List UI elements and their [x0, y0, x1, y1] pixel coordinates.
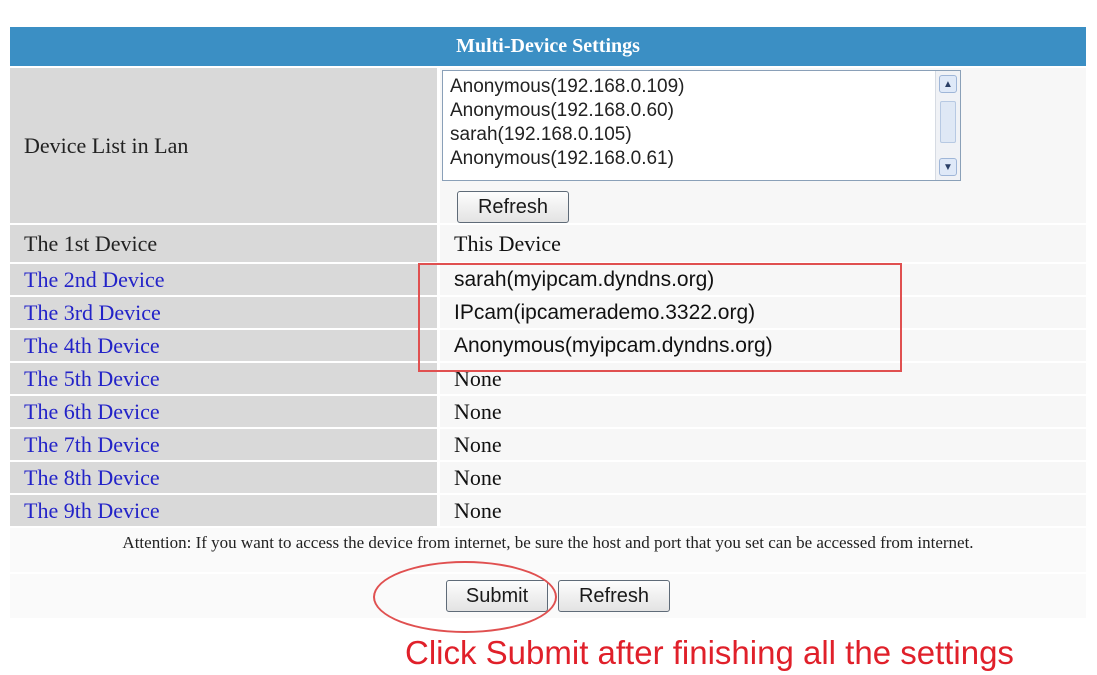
- device-row-5: The 5th Device None: [10, 363, 1086, 394]
- scroll-up-arrow-icon[interactable]: ▲: [939, 75, 957, 93]
- device-list-option[interactable]: sarah(192.168.0.105): [450, 123, 932, 147]
- attention-message: Attention: If you want to access the dev…: [10, 528, 1086, 572]
- device-list-option[interactable]: Anonymous(192.168.0.109): [450, 75, 932, 99]
- device-link-8[interactable]: The 8th Device: [10, 462, 437, 493]
- device-list-label: Device List in Lan: [10, 68, 437, 223]
- device-link-3[interactable]: The 3rd Device: [10, 297, 437, 328]
- device-row-8: The 8th Device None: [10, 462, 1086, 493]
- panel-header: Multi-Device Settings: [10, 27, 1086, 66]
- annotation-note: Click Submit after finishing all the set…: [405, 634, 1014, 671]
- device-link-4[interactable]: The 4th Device: [10, 330, 437, 361]
- device-row-6: The 6th Device None: [10, 396, 1086, 427]
- device-value-3: IPcam(ipcamerademo.3322.org): [440, 297, 1086, 328]
- device-label-1: The 1st Device: [10, 225, 437, 262]
- scrollbar-thumb[interactable]: [940, 101, 956, 143]
- device-value-2: sarah(myipcam.dyndns.org): [440, 264, 1086, 295]
- submit-button[interactable]: Submit: [446, 580, 548, 612]
- action-bar: Submit Refresh: [10, 574, 1086, 618]
- device-list-option[interactable]: Anonymous(192.168.0.60): [450, 99, 932, 123]
- device-link-5[interactable]: The 5th Device: [10, 363, 437, 394]
- device-link-6[interactable]: The 6th Device: [10, 396, 437, 427]
- device-list-refresh-button[interactable]: Refresh: [457, 191, 569, 223]
- device-row-2: The 2nd Device sarah(myipcam.dyndns.org): [10, 264, 1086, 295]
- device-link-7[interactable]: The 7th Device: [10, 429, 437, 460]
- device-row-7: The 7th Device None: [10, 429, 1086, 460]
- device-value-5: None: [440, 363, 1086, 394]
- device-value-9: None: [440, 495, 1086, 526]
- device-list-options: Anonymous(192.168.0.109) Anonymous(192.1…: [450, 75, 932, 171]
- scroll-down-arrow-icon[interactable]: ▼: [939, 158, 957, 176]
- device-list-cell: Anonymous(192.168.0.109) Anonymous(192.1…: [440, 68, 1086, 223]
- device-value-6: None: [440, 396, 1086, 427]
- device-list-row: Device List in Lan Anonymous(192.168.0.1…: [10, 68, 1086, 223]
- device-list-scrollbar[interactable]: ▲ ▼: [935, 71, 960, 180]
- device-value-4: Anonymous(myipcam.dyndns.org): [440, 330, 1086, 361]
- device-value-7: None: [440, 429, 1086, 460]
- device-value-8: None: [440, 462, 1086, 493]
- device-link-9[interactable]: The 9th Device: [10, 495, 437, 526]
- device-row-3: The 3rd Device IPcam(ipcamerademo.3322.o…: [10, 297, 1086, 328]
- device-list-option[interactable]: Anonymous(192.168.0.61): [450, 147, 932, 171]
- multi-device-settings-panel: Multi-Device Settings Device List in Lan…: [10, 27, 1086, 618]
- device-row-9: The 9th Device None: [10, 495, 1086, 526]
- device-value-1: This Device: [440, 225, 1086, 262]
- device-list-listbox[interactable]: Anonymous(192.168.0.109) Anonymous(192.1…: [442, 70, 961, 181]
- device-link-2[interactable]: The 2nd Device: [10, 264, 437, 295]
- refresh-button[interactable]: Refresh: [558, 580, 670, 612]
- device-row-4: The 4th Device Anonymous(myipcam.dyndns.…: [10, 330, 1086, 361]
- device-row-1: The 1st Device This Device: [10, 225, 1086, 262]
